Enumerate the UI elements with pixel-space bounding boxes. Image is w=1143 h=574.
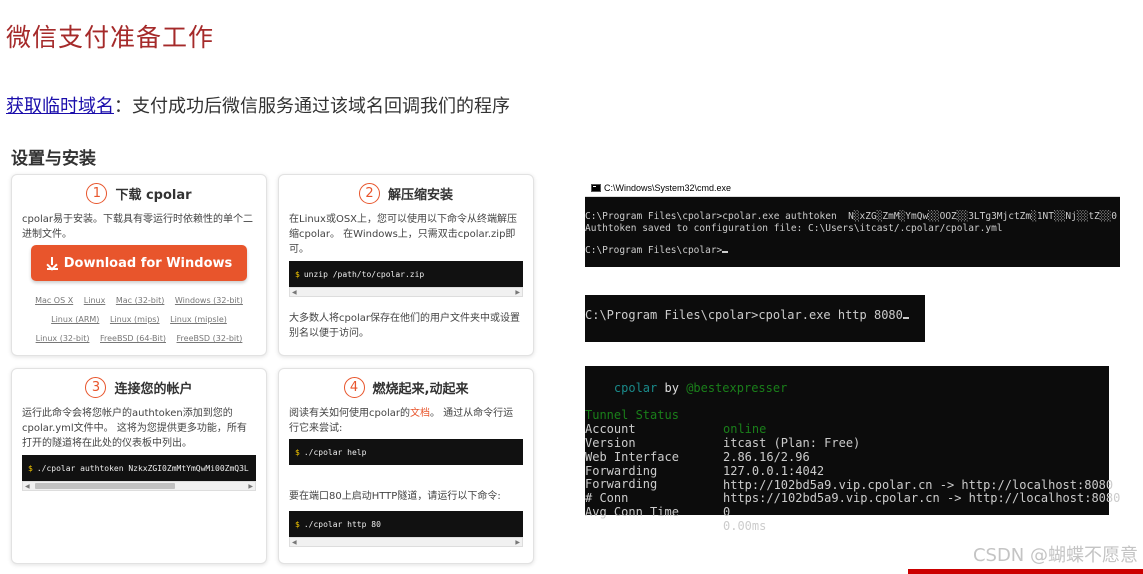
horizontal-scrollbar[interactable]: ◀ ▶ — [289, 287, 523, 297]
temp-domain-link[interactable]: 获取临时域名 — [6, 96, 114, 117]
cpolar-status-window: cpolar by @bestexpresser Tunnel Status o… — [585, 366, 1120, 533]
decorative-strip — [908, 569, 1143, 574]
step-card-download: 1 下载 cpolar cpolar易于安装。下载具有零运行时依赖性的单个二进制… — [11, 174, 267, 356]
unzip-command-block: $ unzip /path/to/cpolar.zip — [289, 261, 523, 287]
step-description: cpolar易于安装。下载具有零运行时依赖性的单个二进制文件。 — [22, 214, 253, 240]
scrollbar-thumb[interactable] — [35, 483, 175, 489]
step-title: 燃烧起来,动起来 — [372, 382, 469, 397]
prompt-symbol: $ — [28, 463, 33, 473]
step-description: 在Linux或OSX上，您可以使用以下命令从终端解压缩cpolar。 在Wind… — [289, 214, 518, 255]
os-link[interactable]: Linux (32-bit) — [36, 334, 90, 343]
csdn-watermark: CSDN @蝴蝶不愿意 — [972, 545, 1138, 566]
status-row: Avg Conn Time 0.00ms — [585, 505, 767, 533]
step-number: 1 — [86, 183, 108, 204]
step-card-run: 4 燃烧起来,动起来 阅读有关如何使用cpolar的文档。 通过从命令行运行它来… — [278, 368, 534, 564]
os-link[interactable]: Linux (mipsle) — [170, 315, 227, 324]
horizontal-scrollbar[interactable]: ◀ ▶ — [22, 481, 256, 491]
step-number: 2 — [358, 183, 380, 204]
step-number: 4 — [343, 377, 365, 398]
prompt-symbol: $ — [295, 447, 300, 457]
step-description: 运行此命令会将您帐户的authtoken添加到您的cpolar.yml文件中。 … — [22, 408, 247, 449]
step-title: 连接您的帐户 — [114, 382, 193, 397]
os-link[interactable]: Windows (32-bit) — [175, 296, 243, 305]
command-text: ./cpolar http 80 — [303, 519, 381, 529]
cmd-line: Authtoken saved to configuration file: C… — [585, 223, 1003, 234]
cmd-titlebar: C:\Windows\System32\cmd.exe — [585, 180, 1120, 197]
cmd-title: C:\Windows\System32\cmd.exe — [604, 183, 732, 193]
prompt-symbol: $ — [295, 269, 300, 279]
domain-description: ：支付成功后微信服务通过该域名回调我们的程序 — [114, 96, 510, 117]
download-windows-button[interactable]: Download for Windows — [31, 245, 247, 281]
authtoken-command-block: $ ./cpolar authtoken NzkxZGI0ZmMtYmQwMi0… — [22, 455, 256, 481]
command-text: unzip /path/to/cpolar.zip — [303, 269, 425, 279]
os-link[interactable]: Mac OS X — [35, 296, 73, 305]
step-card-unzip: 2 解压缩安装 在Linux或OSX上，您可以使用以下命令从终端解压缩cpola… — [278, 174, 534, 356]
cmd-line: C:\Program Files\cpolar> — [585, 245, 729, 256]
download-button-label: Download for Windows — [63, 255, 233, 271]
step-title: 下载 cpolar — [115, 188, 192, 203]
os-link[interactable]: Linux — [84, 296, 106, 305]
os-link[interactable]: Linux (ARM) — [51, 315, 99, 324]
setup-heading: 设置与安装 — [11, 149, 96, 169]
os-download-links: Mac OS X Linux Mac (32-bit) Windows (32-… — [12, 291, 266, 348]
step-header: 2 解压缩安装 — [279, 183, 533, 204]
cmd-window-authtoken: C:\Windows\System32\cmd.exe C:\Program F… — [585, 180, 1120, 267]
step-card-connect-account: 3 连接您的帐户 运行此命令会将您帐户的authtoken添加到您的cpolar… — [11, 368, 267, 564]
cmd-icon — [591, 184, 601, 192]
cpolar-author: @bestexpresser — [686, 381, 788, 395]
step-header: 3 连接您的帐户 — [12, 377, 266, 398]
os-link[interactable]: Mac (32-bit) — [116, 296, 165, 305]
step-number: 3 — [85, 377, 107, 398]
help-command-block: $ ./cpolar help — [289, 439, 523, 465]
download-icon — [46, 256, 58, 270]
step-header: 1 下载 cpolar — [12, 183, 266, 204]
os-link[interactable]: Linux (mips) — [110, 315, 160, 324]
os-link[interactable]: FreeBSD (32-bit) — [177, 334, 243, 343]
command-text: ./cpolar help — [303, 447, 367, 457]
domain-line: 获取临时域名：支付成功后微信服务通过该域名回调我们的程序 — [6, 92, 510, 118]
horizontal-scrollbar[interactable]: ◀ ▶ — [289, 537, 523, 547]
step-title: 解压缩安装 — [387, 188, 453, 203]
docs-link[interactable]: 文档 — [410, 408, 430, 419]
cpolar-brand: cpolar — [613, 381, 658, 395]
prompt-symbol: $ — [295, 519, 300, 529]
cmd-window-http: C:\Program Files\cpolar>cpolar.exe http … — [585, 295, 925, 342]
step-header: 4 燃烧起来,动起来 — [279, 377, 533, 398]
cmd-line: C:\Program Files\cpolar>cpolar.exe autht… — [585, 211, 1117, 222]
step-note: 要在端口80上启动HTTP隧道，请运行以下命令: — [289, 491, 501, 502]
step-description: 阅读有关如何使用cpolar的文档。 通过从命令行运行它来尝试: — [289, 408, 514, 434]
cmd-line: C:\Program Files\cpolar>cpolar.exe http … — [585, 308, 909, 322]
page-title: 微信支付准备工作 — [6, 23, 215, 52]
http-command-block: $ ./cpolar http 80 — [289, 511, 523, 537]
os-link[interactable]: FreeBSD (64-Bit) — [100, 334, 166, 343]
command-text: ./cpolar authtoken NzkxZGI0ZmMtYmQwMi00Z… — [36, 463, 249, 473]
step-note: 大多数人将cpolar保存在他们的用户文件夹中或设置别名以便于访问。 — [289, 313, 520, 339]
